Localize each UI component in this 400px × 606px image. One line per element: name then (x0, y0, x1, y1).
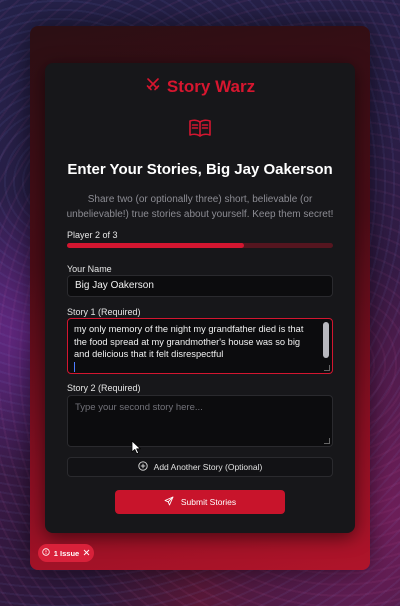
progress-label: Player 2 of 3 (67, 230, 118, 240)
story1-text: my only memory of the night my grandfath… (74, 324, 304, 359)
submit-button[interactable]: Submit Stories (115, 490, 285, 514)
open-book-icon (188, 117, 212, 144)
resize-handle-icon[interactable] (324, 438, 330, 444)
resize-handle-icon[interactable] (324, 365, 330, 371)
progress-fill (67, 243, 245, 248)
brand-name: Story Warz (166, 76, 256, 96)
submit-label: Submit Stories (180, 497, 237, 507)
issue-badge[interactable]: 1 Issue (38, 544, 94, 562)
page-subtitle: Share two (or optionally three) short, b… (66, 194, 334, 220)
issue-count-label: 1 Issue (53, 548, 80, 558)
plus-circle-icon (138, 461, 148, 473)
text-caret (74, 362, 75, 373)
name-input[interactable]: Big Jay Oakerson (67, 275, 333, 297)
alert-circle-icon (42, 548, 50, 558)
add-story-label: Add Another Story (Optional) (153, 462, 263, 472)
send-icon (164, 496, 174, 508)
mouse-pointer-icon (131, 440, 142, 460)
crossed-swords-icon (145, 76, 161, 97)
story1-textarea[interactable]: my only memory of the night my grandfath… (67, 318, 333, 374)
story2-label: Story 2 (Required) (67, 383, 141, 393)
add-story-button[interactable]: Add Another Story (Optional) (67, 457, 333, 477)
story2-placeholder: Type your second story here... (75, 402, 203, 413)
story2-textarea[interactable]: Type your second story here... (67, 395, 333, 447)
brand-header: Story Warz (0, 76, 400, 97)
story1-scrollbar[interactable] (322, 321, 330, 371)
page-title: Enter Your Stories, Big Jay Oakerson (67, 161, 333, 178)
name-label: Your Name (67, 264, 112, 274)
progress-bar (67, 243, 333, 248)
close-icon[interactable] (83, 549, 90, 558)
story1-label: Story 1 (Required) (67, 307, 141, 317)
scrollbar-thumb[interactable] (323, 322, 329, 358)
